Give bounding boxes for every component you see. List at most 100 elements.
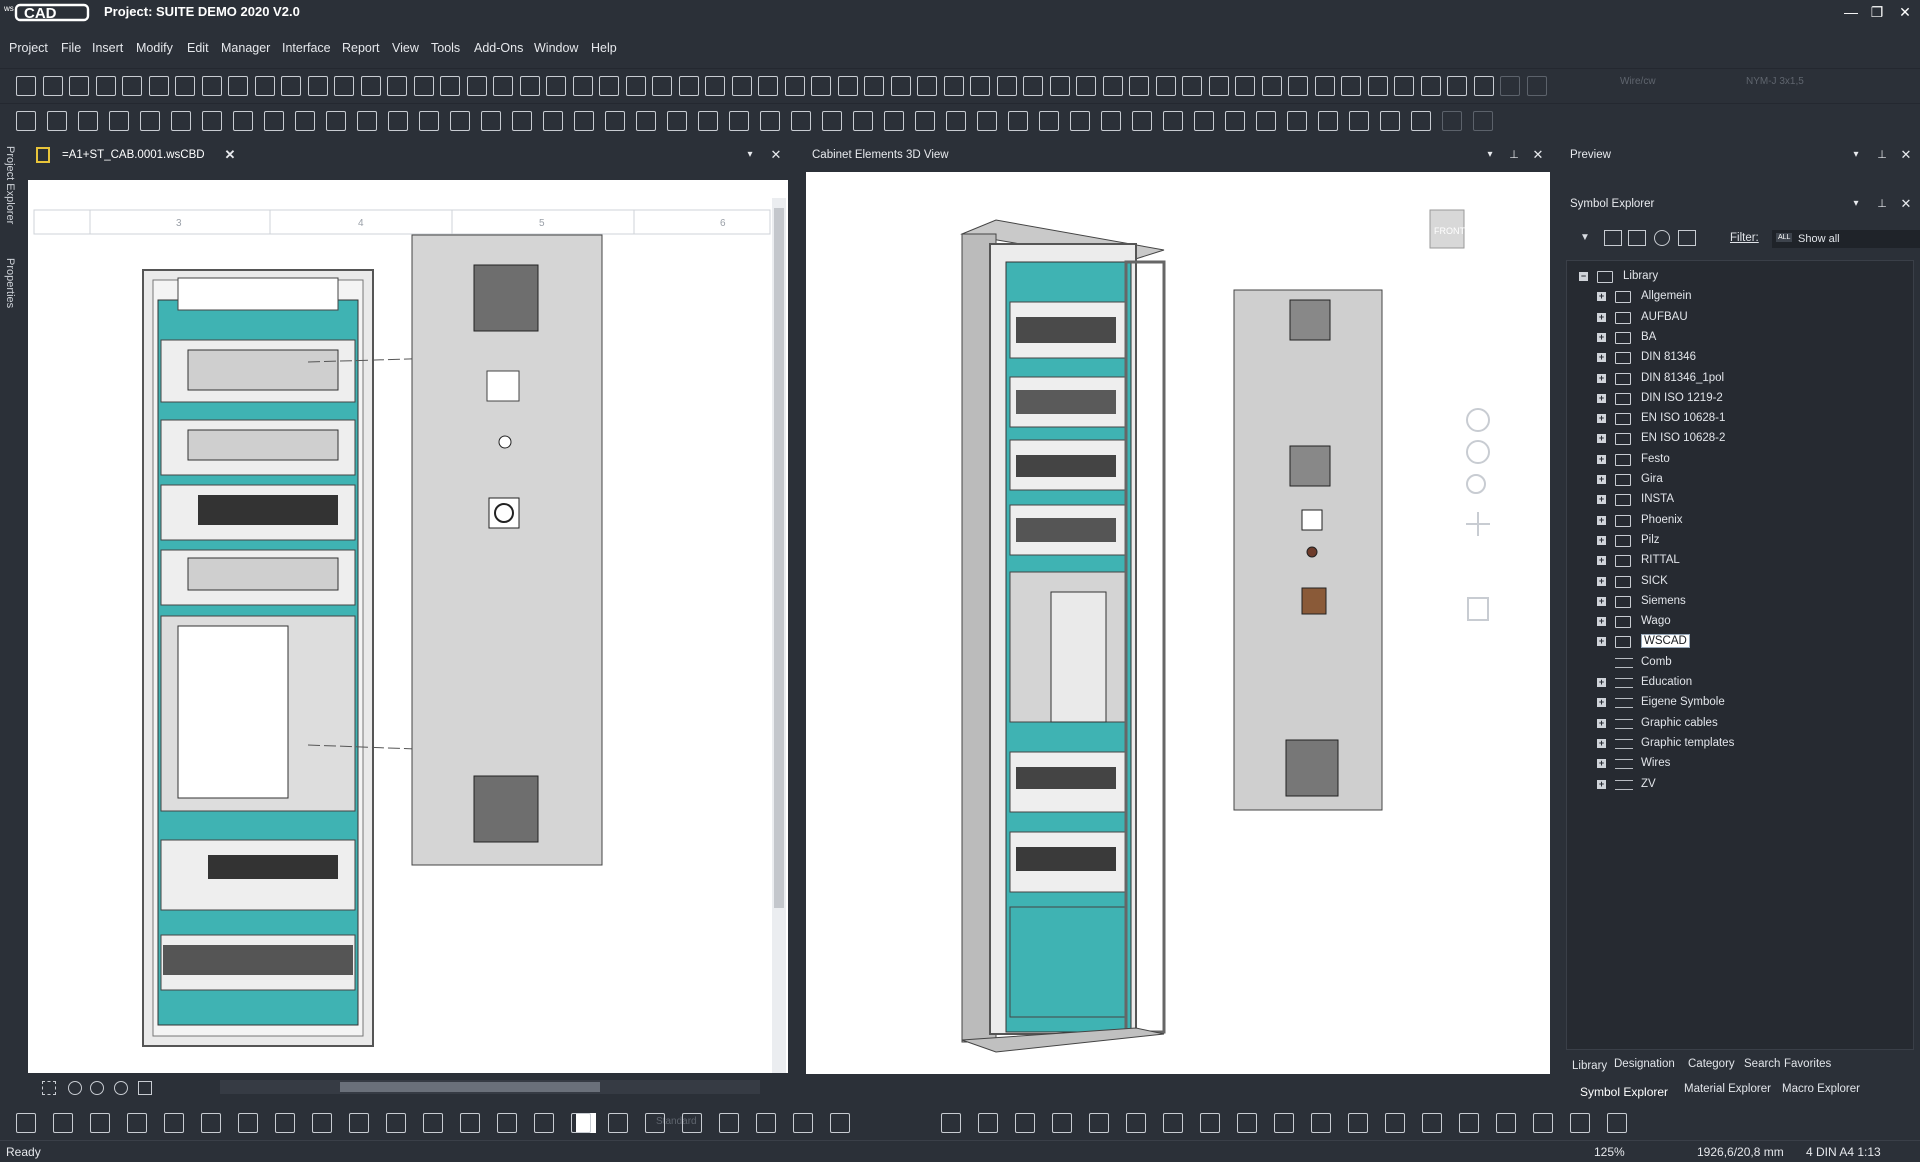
new-folder-icon[interactable] bbox=[1628, 230, 1646, 246]
arc-icon[interactable] bbox=[1318, 111, 1338, 131]
print-icon[interactable] bbox=[1102, 76, 1123, 96]
polyline-icon[interactable] bbox=[512, 111, 532, 131]
text-icon[interactable] bbox=[47, 111, 67, 131]
preview-close-icon[interactable]: ✕ bbox=[1898, 147, 1914, 163]
expand-icon[interactable]: + bbox=[1597, 353, 1606, 363]
expand-icon[interactable]: + bbox=[1597, 698, 1606, 708]
tree-item[interactable]: + WSCAD bbox=[1567, 632, 1907, 652]
collapse-icon[interactable]: − bbox=[1579, 272, 1588, 281]
text-icon[interactable] bbox=[605, 111, 625, 131]
expand-icon[interactable]: + bbox=[1597, 759, 1606, 769]
tab-list-dropdown-icon[interactable]: ▾ bbox=[742, 147, 758, 163]
print-icon[interactable] bbox=[148, 76, 169, 96]
tree-item[interactable]: + Phoenix bbox=[1567, 511, 1907, 531]
vertical-scrollbar[interactable] bbox=[772, 198, 786, 1073]
tree-item[interactable]: + Wires bbox=[1567, 754, 1907, 774]
view3d-dropdown-icon[interactable]: ▾ bbox=[1482, 147, 1498, 163]
bottom-tool-icon[interactable] bbox=[830, 1113, 850, 1133]
tree-item[interactable]: + Festo bbox=[1567, 450, 1907, 470]
last-page-icon[interactable] bbox=[1526, 76, 1547, 96]
text-icon[interactable] bbox=[1442, 111, 1462, 131]
symbol-explorer-pin-icon[interactable]: ⊥ bbox=[1874, 196, 1890, 212]
bottom-tool-icon[interactable] bbox=[238, 1113, 258, 1133]
print-icon[interactable] bbox=[466, 76, 487, 96]
last-page-icon[interactable] bbox=[572, 76, 593, 96]
attribute-icon[interactable] bbox=[78, 111, 98, 131]
attribute-icon[interactable] bbox=[915, 111, 935, 131]
tree-item[interactable]: + DIN 81346 bbox=[1567, 348, 1907, 368]
tree-item[interactable]: Comb bbox=[1567, 653, 1907, 673]
expand-icon[interactable]: + bbox=[1597, 738, 1606, 748]
properties-tab[interactable]: Properties bbox=[4, 258, 16, 308]
first-page-icon[interactable] bbox=[1500, 76, 1520, 96]
restore-button[interactable]: ❐ bbox=[1866, 2, 1888, 22]
select-icon[interactable] bbox=[574, 111, 594, 131]
new-icon[interactable] bbox=[970, 76, 990, 96]
tool-icon[interactable] bbox=[625, 76, 646, 96]
close-document-icon[interactable]: ✕ bbox=[768, 147, 784, 163]
line-icon[interactable] bbox=[1225, 111, 1245, 131]
attribute-icon[interactable] bbox=[1194, 111, 1214, 131]
tab-search[interactable]: Search bbox=[1744, 1058, 1780, 1070]
first-page-icon[interactable] bbox=[228, 76, 248, 96]
tree-item[interactable]: + Graphic templates bbox=[1567, 734, 1907, 754]
refresh-icon[interactable] bbox=[1654, 230, 1670, 246]
bottom-tool-icon[interactable] bbox=[127, 1113, 147, 1133]
arc-icon[interactable] bbox=[202, 111, 222, 131]
draw-icon[interactable] bbox=[1380, 111, 1400, 131]
view3d-close-icon[interactable]: ✕ bbox=[1530, 147, 1546, 163]
bottom-tool-icon[interactable] bbox=[1459, 1113, 1479, 1133]
save-as-icon[interactable] bbox=[1049, 76, 1070, 96]
select-icon[interactable] bbox=[1411, 111, 1431, 131]
bottom-tool-icon[interactable] bbox=[423, 1113, 443, 1133]
first-page-icon[interactable] bbox=[1182, 76, 1202, 96]
print-icon[interactable] bbox=[784, 76, 805, 96]
symbol-explorer-close-icon[interactable]: ✕ bbox=[1898, 196, 1914, 212]
expand-icon[interactable]: + bbox=[1597, 393, 1606, 403]
menu-window[interactable]: Window bbox=[534, 41, 578, 55]
bottom-tool-icon[interactable] bbox=[1385, 1113, 1405, 1133]
save-all-icon[interactable] bbox=[440, 76, 460, 96]
draw-icon[interactable] bbox=[1101, 111, 1121, 131]
previous-page-icon[interactable] bbox=[1129, 76, 1149, 96]
bottom-tool-icon[interactable] bbox=[682, 1113, 702, 1133]
bottom-tool-icon[interactable] bbox=[497, 1113, 517, 1133]
zoom-icon[interactable] bbox=[599, 76, 619, 96]
tree-item[interactable]: + Allgemein bbox=[1567, 287, 1907, 307]
tool-icon[interactable] bbox=[943, 76, 964, 96]
tree-item[interactable]: − Library bbox=[1567, 267, 1907, 287]
tab-category[interactable]: Category bbox=[1688, 1058, 1735, 1070]
bottom-tool-icon[interactable] bbox=[941, 1113, 961, 1133]
circle-icon[interactable] bbox=[1008, 111, 1028, 131]
select-icon[interactable] bbox=[853, 111, 873, 131]
next-page-icon[interactable] bbox=[1155, 76, 1176, 96]
cabinet-drawing-canvas[interactable]: 3 4 5 6 bbox=[28, 180, 788, 1073]
bottom-tool-icon[interactable] bbox=[386, 1113, 406, 1133]
save-as-icon[interactable] bbox=[413, 76, 434, 96]
expand-icon[interactable]: + bbox=[1597, 637, 1606, 647]
settings-icon[interactable] bbox=[1604, 230, 1622, 246]
expand-icon[interactable]: + bbox=[1597, 332, 1606, 342]
tree-item[interactable]: + SICK bbox=[1567, 572, 1907, 592]
tree-item[interactable]: + BA bbox=[1567, 328, 1907, 348]
vertical-scroll-thumb[interactable] bbox=[774, 208, 784, 908]
preview-dropdown-icon[interactable]: ▾ bbox=[1848, 147, 1864, 163]
attribute-icon[interactable] bbox=[357, 111, 377, 131]
tree-item[interactable]: + Siemens bbox=[1567, 592, 1907, 612]
zoom-icon[interactable] bbox=[281, 76, 301, 96]
expand-icon[interactable]: + bbox=[1597, 718, 1606, 728]
expand-icon[interactable]: + bbox=[1597, 475, 1606, 484]
first-page-icon[interactable] bbox=[546, 76, 566, 96]
bottom-tool-icon[interactable] bbox=[1570, 1113, 1590, 1133]
text-icon[interactable] bbox=[1163, 111, 1183, 131]
tree-item[interactable]: + Pilz bbox=[1567, 531, 1907, 551]
next-page-icon[interactable] bbox=[837, 76, 858, 96]
bottom-tool-icon[interactable] bbox=[534, 1113, 554, 1133]
menu-insert[interactable]: Insert bbox=[92, 41, 123, 55]
last-page-icon[interactable] bbox=[254, 76, 275, 96]
first-page-icon[interactable] bbox=[864, 76, 884, 96]
rectangle-icon[interactable] bbox=[1256, 111, 1276, 131]
tree-item[interactable]: + DIN ISO 1219-2 bbox=[1567, 389, 1907, 409]
save-all-icon[interactable] bbox=[758, 76, 778, 96]
bottom-tool-icon[interactable] bbox=[201, 1113, 221, 1133]
